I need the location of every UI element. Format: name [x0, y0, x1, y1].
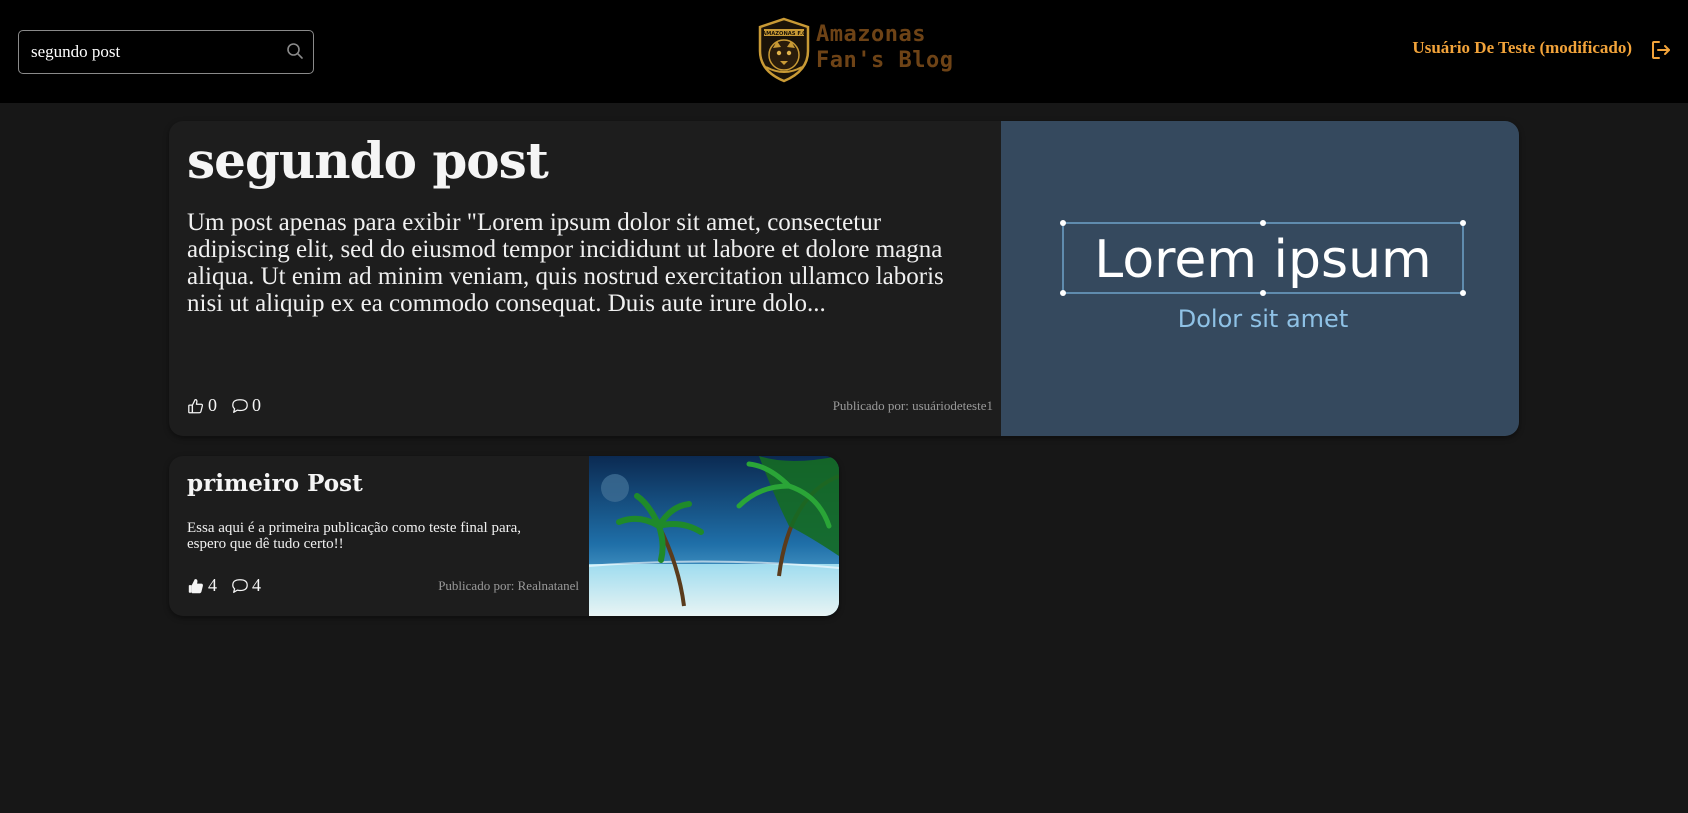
- image-subline: Dolor sit amet: [1178, 305, 1348, 333]
- post-image[interactable]: [588, 456, 839, 616]
- post-title[interactable]: segundo post: [187, 131, 549, 190]
- like-count: 4: [208, 575, 217, 595]
- post-stats: 0 0: [187, 395, 261, 416]
- beach-palm-image: [588, 456, 839, 616]
- post-image[interactable]: Lorem ipsum Dolor sit amet: [1001, 121, 1519, 436]
- top-header: AMAZONAS F.C Amazonas Fan's Blog Usuário…: [0, 0, 1688, 103]
- site-name: Amazonas Fan's Blog: [816, 22, 954, 73]
- comment-count: 4: [252, 575, 261, 595]
- jaguar-badge-icon: AMAZONAS F.C: [758, 17, 810, 83]
- like-button[interactable]: 0: [187, 395, 217, 416]
- badge-text: AMAZONAS F.C: [762, 31, 806, 37]
- search-box[interactable]: [18, 30, 314, 74]
- post-title[interactable]: primeiro Post: [187, 470, 363, 497]
- search-icon[interactable]: [285, 41, 305, 61]
- image-headline: Lorem ipsum: [1094, 230, 1431, 290]
- thumbs-up-filled-icon: [188, 578, 203, 593]
- like-button[interactable]: 4: [187, 575, 217, 596]
- search-input[interactable]: [31, 31, 271, 72]
- comment-button[interactable]: 4: [231, 575, 261, 596]
- post-card[interactable]: segundo post Um post apenas para exibir …: [169, 121, 1519, 436]
- post-author: Publicado por: Realnatanel: [438, 578, 579, 593]
- post-author: Publicado por: usuáriodeteste1: [832, 398, 993, 413]
- thumbs-up-icon: [188, 398, 204, 413]
- post-stats: 4 4: [187, 575, 261, 596]
- user-name-link[interactable]: Usuário De Teste (modificado): [1412, 38, 1632, 58]
- comment-count: 0: [252, 395, 261, 415]
- comment-button[interactable]: 0: [231, 395, 261, 416]
- comment-icon: [232, 578, 248, 593]
- post-excerpt: Essa aqui é a primeira publicação como t…: [187, 520, 522, 552]
- post-card[interactable]: primeiro Post Essa aqui é a primeira pub…: [169, 456, 839, 616]
- lorem-ipsum-graphic: Lorem ipsum Dolor sit amet: [1060, 220, 1466, 333]
- site-logo[interactable]: AMAZONAS F.C Amazonas Fan's Blog: [756, 17, 953, 83]
- like-count: 0: [208, 395, 217, 415]
- logout-icon[interactable]: [1648, 38, 1674, 62]
- post-excerpt: Um post apenas para exibir "Lorem ipsum …: [187, 209, 944, 317]
- comment-icon: [232, 398, 248, 413]
